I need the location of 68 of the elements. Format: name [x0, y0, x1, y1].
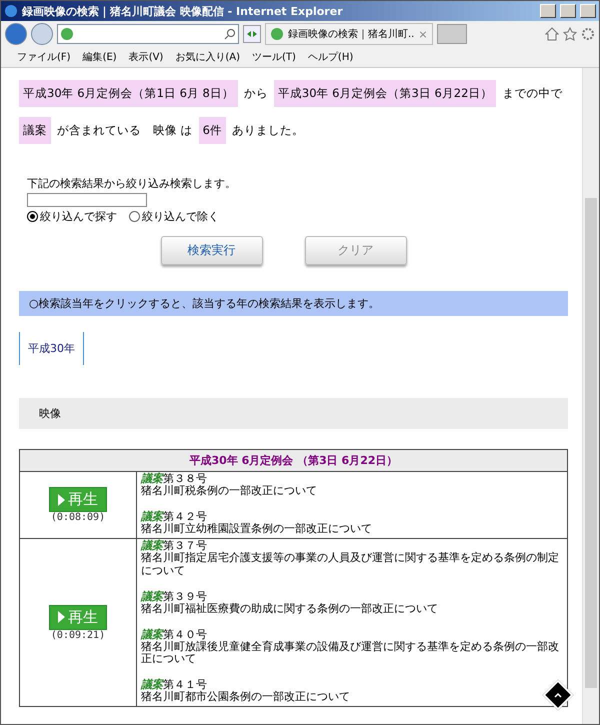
bill-title: 猪名川町福祉医療費の助成に関する条例の一部改正について: [141, 602, 438, 615]
window-title: 録画映像の検索｜猪名川町議会 映像配信 - Internet Explorer: [22, 4, 344, 18]
forward-button[interactable]: [31, 23, 53, 45]
bill-title: 猪名川町放課後児童健全育成事業の設備及び運営に関する基準を定める条例の一部改正について: [141, 640, 560, 666]
section-heading: 映像: [19, 398, 568, 429]
menu-item[interactable]: ツール(T): [252, 50, 296, 64]
menu-item[interactable]: 編集(E): [82, 50, 117, 64]
summary-text: から: [244, 86, 268, 101]
search-button[interactable]: 検索実行: [160, 236, 262, 265]
menu-item[interactable]: お気に入り(A): [175, 50, 240, 64]
site-icon: [270, 27, 284, 41]
keyword: 議案: [19, 117, 51, 144]
site-icon: [60, 27, 74, 41]
settings-icon[interactable]: [581, 27, 595, 41]
bill-title: 猪名川町税条例の一部改正について: [141, 485, 317, 498]
search-icon: [224, 28, 236, 40]
radio-label: 絞り込んで除く: [142, 209, 219, 224]
caret-icon: [554, 691, 562, 699]
address-field[interactable]: [57, 24, 239, 44]
bill-number: 第４１号: [163, 678, 207, 692]
play-icon: [58, 494, 65, 506]
bill-title: 猪名川町指定居宅介護支援等の事業の人員及び運営に関する基準を定める条例の制定について: [141, 552, 560, 577]
star-icon[interactable]: [563, 27, 577, 41]
radio-label: 絞り込んで探す: [40, 209, 117, 224]
result-count: 6件: [198, 117, 226, 144]
refresh-icon[interactable]: [243, 25, 261, 43]
tab-title: 録画映像の検索｜猪名川町..: [288, 28, 414, 41]
scrollbar[interactable]: [582, 68, 599, 724]
bill-tag: 議案: [141, 539, 163, 552]
bill-tag: 議案: [141, 472, 163, 485]
filter-label: 下記の検索結果から絞り込み検索します。: [27, 176, 237, 191]
date-to: 平成30年 6月定例会（第3日 6月22日）: [274, 80, 496, 107]
bill-number: 第３８号: [163, 472, 207, 485]
radio-button[interactable]: [27, 211, 38, 222]
bill-title: 猪名川町立幼稚園設置条例の一部改正について: [141, 523, 372, 536]
browser-logo-icon: [4, 4, 18, 18]
table-header: 平成30年 6月定例会 （第3日 6月22日）: [20, 450, 568, 472]
notice-bar: ○検索該当年をクリックすると、該当する年の検索結果を表示します。: [19, 291, 568, 316]
duration: (0:08:09): [50, 512, 106, 524]
filter-field[interactable]: [27, 193, 147, 207]
radio-button[interactable]: [129, 211, 140, 222]
play-icon: [58, 611, 65, 624]
browser-tab[interactable]: 録画映像の検索｜猪名川町.. ×: [265, 23, 433, 45]
bill-tag: 議案: [141, 678, 163, 692]
home-icon[interactable]: [545, 27, 559, 41]
bill-number: 第３９号: [163, 590, 207, 603]
bill-tag: 議案: [141, 628, 163, 641]
bill-title: 猪名川町都市公園条例の一部改正について: [141, 691, 350, 704]
year-tab[interactable]: 平成30年: [19, 332, 84, 365]
close-button[interactable]: [580, 4, 596, 18]
date-from: 平成30年 6月定例会（第1日 6月 8日）: [19, 80, 238, 107]
duration: (0:09:21): [50, 630, 106, 641]
bill-number: 第４２号: [163, 510, 207, 524]
summary-text: が含まれている: [57, 123, 141, 138]
bill-number: 第３７号: [163, 539, 207, 552]
summary-text: までの中で: [502, 86, 562, 101]
menu-item[interactable]: 表示(V): [128, 50, 164, 64]
bill-tag: 議案: [141, 590, 163, 603]
menu-item[interactable]: ファイル(F): [17, 50, 71, 64]
scrollbar-thumb[interactable]: [585, 198, 597, 688]
back-button[interactable]: [5, 23, 27, 45]
minimize-button[interactable]: [540, 4, 556, 18]
summary-text: 映像 は: [153, 123, 193, 138]
menu-item[interactable]: ヘルプ(H): [308, 50, 354, 64]
maximize-button[interactable]: [560, 4, 576, 18]
summary-text: ありました。: [232, 123, 304, 138]
bill-tag: 議案: [141, 510, 163, 524]
bill-number: 第４０号: [163, 628, 207, 641]
